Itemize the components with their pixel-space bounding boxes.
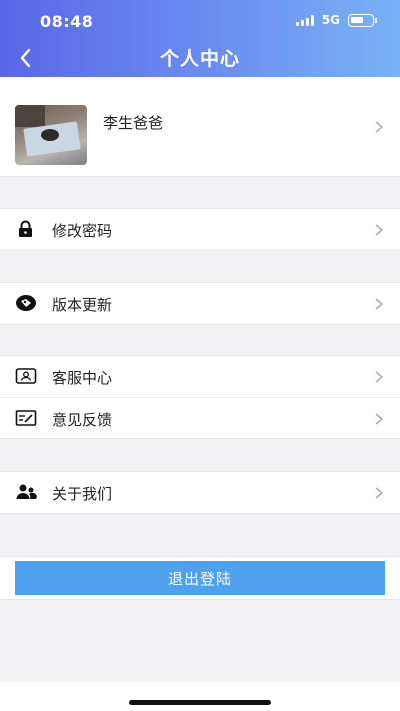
chevron-right-icon — [375, 121, 384, 133]
settings-group-support: 客服中心 意见反馈 — [0, 355, 400, 439]
menu-item-feedback[interactable]: 意见反馈 — [0, 397, 400, 438]
menu-item-change-password[interactable]: 修改密码 — [0, 209, 400, 250]
avatar — [15, 105, 87, 165]
menu-item-customer-service[interactable]: 客服中心 — [0, 356, 400, 397]
menu-item-label: 修改密码 — [52, 222, 113, 240]
menu-item-about-us[interactable]: 关于我们 — [0, 472, 400, 513]
feedback-icon — [15, 410, 37, 426]
profile-row[interactable] — [0, 77, 400, 177]
menu-item-label: 关于我们 — [52, 485, 113, 503]
chevron-right-icon — [375, 487, 384, 499]
chevron-right-icon — [375, 413, 384, 425]
customer-service-icon — [15, 368, 37, 384]
header: 08:48 5G 个人中心 — [0, 0, 400, 77]
tag-icon — [16, 295, 36, 311]
menu-item-label: 版本更新 — [52, 296, 113, 314]
bottom-safe-area — [0, 682, 400, 711]
page-title: 个人中心 — [159, 48, 240, 70]
status-time: 08:48 — [40, 12, 94, 31]
settings-group-update: 版本更新 — [0, 282, 400, 325]
battery-icon — [348, 13, 377, 27]
chevron-right-icon — [375, 371, 384, 383]
network-type: 5G — [321, 13, 340, 27]
menu-item-label: 客服中心 — [52, 369, 113, 387]
profile-name: 李生爸爸 — [103, 114, 164, 132]
status-bar: 08:48 5G — [0, 0, 400, 40]
menu-item-version-update[interactable]: 版本更新 — [0, 283, 400, 324]
logout-button[interactable]: 退出登陆 — [15, 561, 385, 595]
lock-icon — [19, 220, 32, 237]
home-indicator[interactable] — [129, 700, 271, 705]
chevron-right-icon — [375, 298, 384, 310]
users-icon — [16, 484, 37, 499]
settings-group-about: 关于我们 — [0, 471, 400, 514]
menu-item-label: 意见反馈 — [52, 411, 113, 429]
status-indicators: 5G — [295, 13, 377, 27]
settings-group-password: 修改密码 — [0, 208, 400, 251]
signal-icon — [295, 14, 314, 26]
chevron-right-icon — [375, 224, 384, 236]
